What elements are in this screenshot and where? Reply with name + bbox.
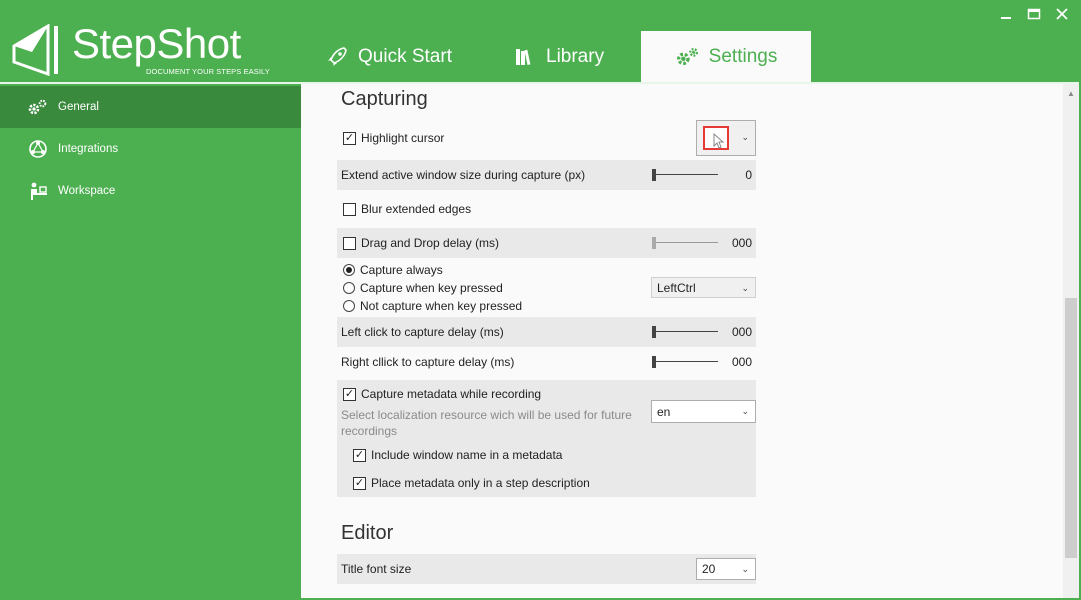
localization-select[interactable]: en ⌄: [651, 400, 756, 423]
drag-drop-delay-row: Drag and Drop delay (ms) 000: [337, 228, 756, 258]
capture-when-key-radio[interactable]: [343, 282, 355, 294]
right-click-delay-row: Right cllick to capture delay (ms) 000: [337, 347, 756, 377]
title-font-size-select[interactable]: 20 ⌄: [696, 558, 756, 580]
not-capture-when-key-radio[interactable]: [343, 300, 355, 312]
tab-settings-label: Settings: [708, 45, 778, 67]
localization-value: en: [657, 404, 671, 419]
scrollbar-thumb[interactable]: [1065, 298, 1077, 558]
title-font-size-value: 20: [702, 562, 716, 576]
capture-mode-group: Capture always Capture when key pressed …: [337, 260, 756, 314]
stepshot-logo-icon: [12, 24, 58, 76]
include-window-name-checkbox[interactable]: ✓: [353, 449, 366, 462]
right-click-delay-slider[interactable]: [652, 356, 718, 368]
sidebar-item-workspace[interactable]: Workspace: [0, 170, 301, 212]
chevron-down-icon: ⌄: [741, 132, 749, 142]
rocket-icon: [324, 46, 350, 68]
extend-window-slider[interactable]: [652, 169, 718, 181]
not-capture-when-key-label: Not capture when key pressed: [360, 299, 523, 313]
extend-window-value: 0: [745, 168, 752, 182]
app-logo: StepShot DOCUMENT YOUR STEPS EASILY: [12, 20, 272, 78]
chevron-down-icon: ⌄: [741, 406, 749, 416]
section-title-editor: Editor: [341, 522, 394, 544]
highlight-color-picker[interactable]: ⌄: [696, 120, 756, 156]
localization-description: Select localization resource wich will b…: [341, 408, 632, 438]
chevron-down-icon: ⌄: [741, 564, 749, 574]
app-header: StepShot DOCUMENT YOUR STEPS EASILY Quic…: [0, 0, 1081, 82]
gears-icon: [675, 46, 701, 68]
capture-metadata-checkbox[interactable]: ✓: [343, 388, 356, 401]
drag-drop-delay-slider[interactable]: [652, 237, 718, 249]
settings-panel: Capturing ✓ Highlight cursor ⌄ Extend ac…: [301, 82, 1079, 598]
extend-window-label: Extend active window size during capture…: [341, 168, 586, 182]
capture-always-label: Capture always: [360, 263, 443, 277]
settings-scrollbar[interactable]: ▲: [1063, 84, 1079, 598]
person-desk-icon: [28, 181, 48, 201]
left-click-delay-slider[interactable]: [652, 326, 718, 338]
capture-always-radio[interactable]: [343, 264, 355, 276]
cursor-icon: [713, 133, 725, 149]
settings-sidebar: General Integrations Workspace: [0, 82, 301, 600]
network-icon: [28, 139, 48, 159]
place-in-description-label: Place metadata only in a step descriptio…: [371, 476, 590, 490]
left-click-delay-value: 000: [731, 325, 752, 339]
sidebar-item-label: Workspace: [58, 185, 116, 197]
right-click-delay-label: Right cllick to capture delay (ms): [341, 355, 515, 369]
drag-drop-delay-checkbox[interactable]: [343, 237, 356, 250]
capture-metadata-label: Capture metadata while recording: [361, 387, 542, 401]
books-icon: [512, 46, 538, 68]
app-name: StepShot: [72, 20, 241, 67]
capture-key-select[interactable]: LeftCtrl ⌄: [651, 277, 756, 298]
section-title-capturing: Capturing: [341, 88, 428, 110]
tab-quick-start[interactable]: Quick Start: [324, 31, 452, 82]
maximize-icon: [1027, 8, 1041, 20]
minimize-icon: [1001, 17, 1011, 19]
tab-settings[interactable]: Settings: [641, 31, 811, 82]
highlight-cursor-row: ✓ Highlight cursor ⌄: [337, 120, 756, 156]
sidebar-item-label: Integrations: [58, 143, 119, 155]
tab-library[interactable]: Library: [512, 31, 604, 82]
highlight-cursor-label: Highlight cursor: [361, 131, 445, 145]
gears-icon: [28, 97, 48, 117]
blur-edges-checkbox[interactable]: [343, 203, 356, 216]
sidebar-item-integrations[interactable]: Integrations: [0, 128, 301, 170]
close-button[interactable]: [1050, 4, 1074, 24]
sidebar-item-label: General: [58, 101, 99, 113]
chevron-down-icon: ⌄: [741, 283, 749, 293]
sidebar-item-general[interactable]: General: [0, 86, 301, 128]
extend-window-row: Extend active window size during capture…: [337, 160, 756, 190]
place-in-description-checkbox[interactable]: ✓: [353, 477, 366, 490]
left-click-delay-label: Left click to capture delay (ms): [341, 325, 504, 339]
minimize-button[interactable]: [994, 4, 1018, 24]
drag-drop-delay-label: Drag and Drop delay (ms): [361, 236, 500, 250]
capture-when-key-label: Capture when key pressed: [360, 281, 503, 295]
blur-edges-label: Blur extended edges: [361, 202, 472, 216]
tab-library-label: Library: [546, 45, 605, 67]
include-window-name-label: Include window name in a metadata: [371, 448, 563, 462]
scroll-up-icon[interactable]: ▲: [1063, 86, 1079, 100]
capture-key-value: LeftCtrl: [657, 280, 696, 295]
title-font-size-row: Title font size 20 ⌄: [337, 554, 756, 584]
metadata-section: ✓ Capture metadata while recording Selec…: [337, 380, 756, 497]
highlight-cursor-checkbox[interactable]: ✓: [343, 132, 356, 145]
close-icon: [1056, 8, 1068, 20]
blur-edges-row: Blur extended edges: [337, 194, 756, 224]
drag-drop-delay-value: 000: [731, 236, 752, 250]
tab-quick-start-label: Quick Start: [358, 45, 452, 67]
maximize-button[interactable]: [1022, 4, 1046, 24]
title-font-size-label: Title font size: [341, 562, 412, 576]
right-click-delay-value: 000: [731, 355, 752, 369]
app-tagline: DOCUMENT YOUR STEPS EASILY: [146, 67, 270, 76]
left-click-delay-row: Left click to capture delay (ms) 000: [337, 317, 756, 347]
